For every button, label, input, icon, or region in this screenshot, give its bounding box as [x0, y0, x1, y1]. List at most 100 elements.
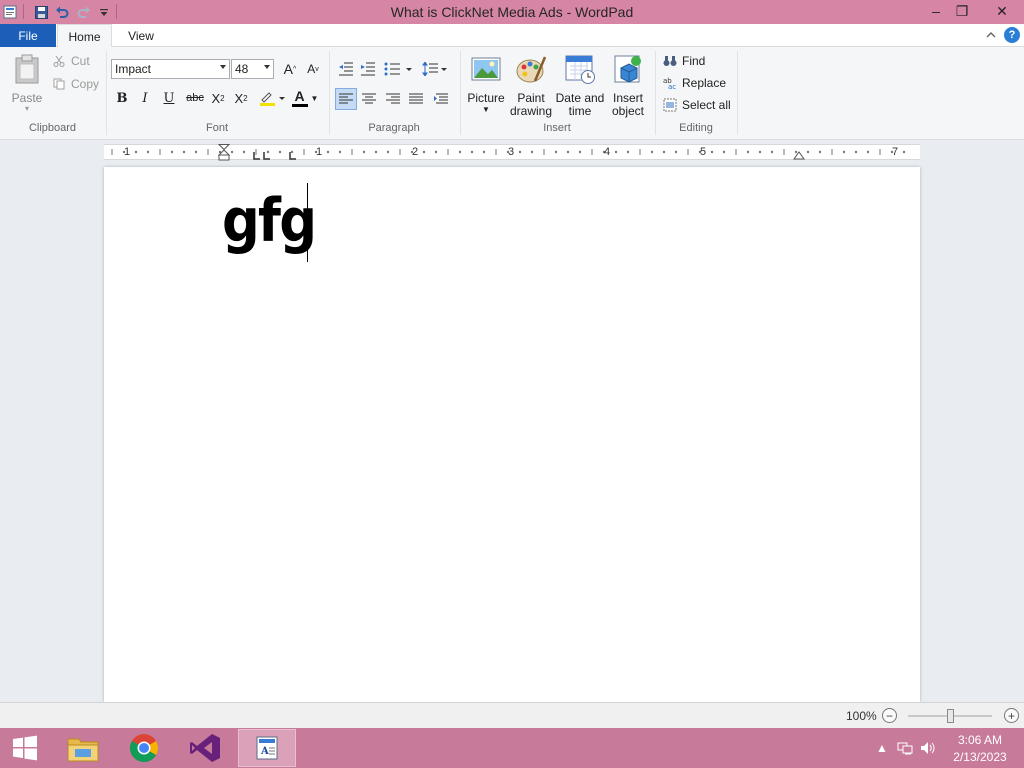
font-color-button[interactable]: A ▼: [290, 88, 320, 108]
paragraph-settings-button[interactable]: [431, 89, 451, 109]
ruler-tick: [710, 150, 714, 154]
show-hidden-icons-arrow[interactable]: ▲: [874, 740, 890, 756]
ruler-tick: [338, 150, 342, 154]
taskbar: A ▲ 3:06 AM 2/13/2023: [0, 728, 1024, 768]
paste-button[interactable]: Paste ▾: [8, 53, 46, 113]
superscript-button[interactable]: X2: [231, 88, 251, 108]
increase-indent-icon: [361, 62, 375, 76]
align-left-button[interactable]: [335, 88, 357, 110]
ruler-tick: [230, 150, 234, 154]
taskbar-visual-studio[interactable]: [174, 729, 236, 767]
taskbar-chrome[interactable]: [113, 729, 175, 767]
copy-button[interactable]: Copy: [52, 75, 99, 93]
save-icon[interactable]: [33, 4, 49, 20]
tab-home[interactable]: Home: [57, 24, 112, 48]
ruler-tick: [674, 150, 678, 154]
subscript-button[interactable]: X2: [208, 88, 228, 108]
font-size-value: 48: [235, 62, 249, 76]
justify-button[interactable]: [406, 89, 426, 109]
taskbar-file-explorer[interactable]: [52, 729, 114, 767]
font-group-label: Font: [205, 122, 228, 134]
ruler-number: 1: [316, 146, 323, 158]
highlighter-icon: [260, 92, 285, 106]
italic-button[interactable]: I: [135, 88, 155, 108]
increase-indent-button[interactable]: [358, 59, 378, 79]
decrease-indent-button[interactable]: [336, 59, 356, 79]
minimize-ribbon-icon[interactable]: [984, 28, 998, 42]
maximize-button[interactable]: ❐: [947, 0, 977, 22]
ruler-tick: [758, 150, 762, 154]
ruler-number: 3: [508, 146, 515, 158]
bold-button[interactable]: B: [112, 88, 132, 108]
align-center-button[interactable]: [359, 89, 379, 109]
clock-time[interactable]: 3:06 AM: [944, 733, 1016, 747]
network-icon[interactable]: [897, 740, 913, 756]
date-time-button[interactable]: Date and time: [555, 53, 605, 118]
ruler-tick: [866, 150, 870, 154]
ruler-number: 1: [124, 146, 131, 158]
bullet-list-button[interactable]: [383, 59, 415, 79]
tab-file[interactable]: File: [0, 24, 56, 47]
cut-button[interactable]: Cut: [52, 52, 90, 70]
right-indent-marker[interactable]: [793, 150, 805, 160]
ruler[interactable]: 1 1 2 3 4 5 7: [104, 144, 920, 161]
ruler-tick: [626, 150, 630, 154]
ruler-tick: [842, 150, 846, 154]
visual-studio-icon: [190, 734, 220, 762]
insert-object-icon: [614, 55, 641, 83]
document-text[interactable]: gfg: [222, 181, 317, 261]
help-icon[interactable]: ?: [1004, 27, 1020, 43]
ruler-tick: [578, 150, 582, 154]
first-line-indent-marker[interactable]: [218, 144, 230, 161]
paragraph-icon: [434, 93, 448, 104]
clock-date[interactable]: 2/13/2023: [944, 750, 1016, 764]
find-button[interactable]: Find: [663, 52, 705, 70]
close-button[interactable]: ✕: [984, 0, 1020, 22]
picture-button[interactable]: Picture ▼: [465, 53, 507, 115]
tab-stop-markers[interactable]: [252, 151, 296, 161]
shrink-font-button[interactable]: Av: [303, 59, 323, 79]
line-spacing-button[interactable]: [421, 59, 449, 79]
align-right-button[interactable]: [383, 89, 403, 109]
svg-text:A: A: [260, 746, 269, 757]
redo-icon[interactable]: [76, 4, 92, 20]
strikethrough-button[interactable]: abc: [183, 88, 207, 108]
ruler-tick: [818, 150, 822, 154]
zoom-in-button[interactable]: +: [1004, 708, 1019, 723]
superscript-glyph: X: [234, 90, 244, 106]
ruler-tick: [854, 150, 858, 154]
ruler-tick: [170, 150, 174, 154]
select-all-icon: [663, 98, 677, 112]
document-page[interactable]: gfg: [104, 167, 920, 702]
customize-qat-icon[interactable]: [96, 4, 112, 20]
undo-icon[interactable]: [54, 4, 70, 20]
shrink-font-glyph: A: [307, 62, 316, 76]
ruler-tick: [902, 150, 906, 154]
insert-object-button[interactable]: Insert object: [606, 53, 650, 118]
grow-font-button[interactable]: A ^: [280, 59, 300, 79]
align-left-icon: [339, 93, 353, 104]
taskbar-wordpad[interactable]: A: [238, 729, 296, 767]
highlight-color-button[interactable]: [257, 88, 287, 108]
volume-icon[interactable]: [920, 740, 936, 756]
replace-button[interactable]: ab ac Replace: [663, 74, 726, 92]
ruler-tick: [662, 150, 666, 154]
wordpad-app-icon[interactable]: [2, 4, 18, 20]
ruler-tick: [722, 150, 726, 154]
tab-view[interactable]: View: [118, 24, 164, 47]
font-size-combo[interactable]: 48: [231, 59, 274, 79]
zoom-slider-thumb[interactable]: [947, 709, 954, 723]
decrease-indent-icon: [339, 62, 353, 76]
font-color-swatch: [291, 104, 308, 107]
status-bar: 100% − +: [0, 702, 1024, 728]
font-family-combo[interactable]: Impact: [111, 59, 230, 79]
justify-icon: [409, 93, 423, 104]
start-button[interactable]: [0, 729, 50, 767]
font-family-value: Impact: [115, 62, 152, 76]
underline-button[interactable]: U: [159, 88, 179, 108]
ruler-tick: [182, 150, 186, 154]
paint-drawing-button[interactable]: Paint drawing: [508, 53, 554, 118]
folder-icon: [67, 738, 99, 762]
zoom-out-button[interactable]: −: [882, 708, 897, 723]
select-all-button[interactable]: Select all: [663, 96, 731, 114]
